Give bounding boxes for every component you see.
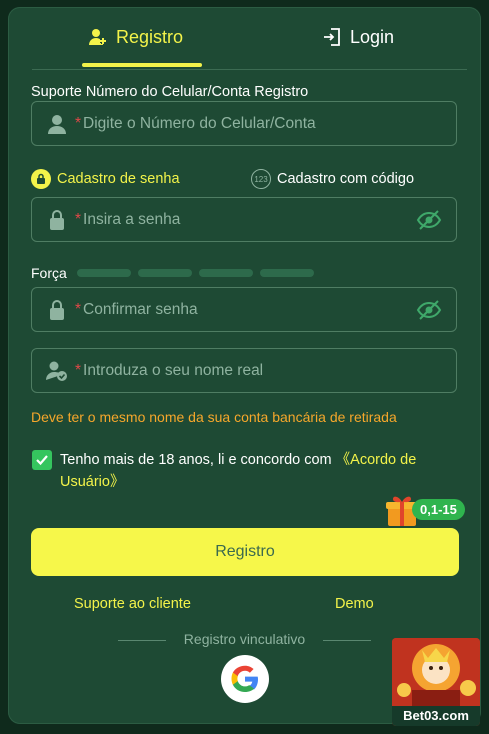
lock-icon	[45, 298, 69, 322]
tab-register-label: Registro	[116, 26, 184, 47]
tab-register[interactable]: Registro	[88, 25, 183, 49]
user-icon	[45, 112, 69, 136]
login-icon	[324, 28, 340, 46]
code-register-label: Cadastro com código	[277, 171, 415, 187]
auth-tabs: Registro Login	[32, 7, 467, 70]
password-register-option[interactable]: Cadastro de senha	[31, 169, 180, 189]
real-name-field[interactable]: * Introduza o seu nome real	[31, 348, 457, 393]
name-warning: Deve ter o mesmo nome da sua conta bancá…	[31, 409, 397, 425]
number-icon: 123	[251, 169, 271, 189]
register-button[interactable]: Registro	[31, 528, 459, 576]
strength-bar	[199, 269, 253, 277]
code-register-option[interactable]: 123 Cadastro com código	[251, 169, 414, 189]
tab-login[interactable]: Login	[322, 25, 394, 49]
eye-off-icon[interactable]	[416, 298, 442, 322]
bonus-badge: 0,1-15	[412, 499, 465, 520]
google-icon	[231, 665, 258, 692]
tab-login-label: Login	[350, 26, 395, 47]
user-check-icon	[45, 359, 69, 383]
promo-banner[interactable]: Bet03.com	[392, 638, 480, 726]
password-field[interactable]: * Insira a senha	[31, 197, 457, 242]
lock-icon	[31, 169, 51, 189]
strength-bar	[260, 269, 314, 277]
customer-support-link[interactable]: Suporte ao cliente	[74, 596, 191, 612]
promo-artwork	[392, 638, 480, 706]
phone-label: Suporte Número do Celular/Conta Registro	[31, 84, 309, 100]
confirm-password-placeholder: * Confirmar senha	[75, 300, 198, 318]
strength-bar	[138, 269, 192, 277]
demo-link[interactable]: Demo	[335, 596, 374, 612]
phone-field[interactable]: * Digite o Número do Celular/Conta	[31, 101, 457, 146]
active-tab-indicator	[82, 63, 202, 67]
promo-brand: Bet03.com	[392, 706, 480, 726]
user-plus-icon	[89, 29, 106, 45]
strength-bar	[77, 269, 131, 277]
phone-placeholder: * Digite o Número do Celular/Conta	[75, 114, 316, 132]
divider-right	[323, 640, 371, 641]
agreement-checkbox[interactable]	[32, 450, 52, 470]
real-name-placeholder: * Introduza o seu nome real	[75, 361, 264, 379]
register-modal: Registro Login Suporte Número do Celular…	[8, 7, 481, 724]
lock-icon	[45, 208, 69, 232]
linked-register-label: Registro vinculativo	[183, 631, 306, 647]
strength-label: Força	[31, 265, 67, 281]
eye-off-icon[interactable]	[416, 208, 442, 232]
agreement-text: Tenho mais de 18 anos, li e concordo com…	[60, 452, 417, 490]
password-register-label: Cadastro de senha	[57, 171, 180, 187]
google-login-button[interactable]	[221, 655, 269, 703]
check-icon	[36, 455, 48, 466]
password-placeholder: * Insira a senha	[75, 210, 181, 228]
confirm-password-field[interactable]: * Confirmar senha	[31, 287, 457, 332]
